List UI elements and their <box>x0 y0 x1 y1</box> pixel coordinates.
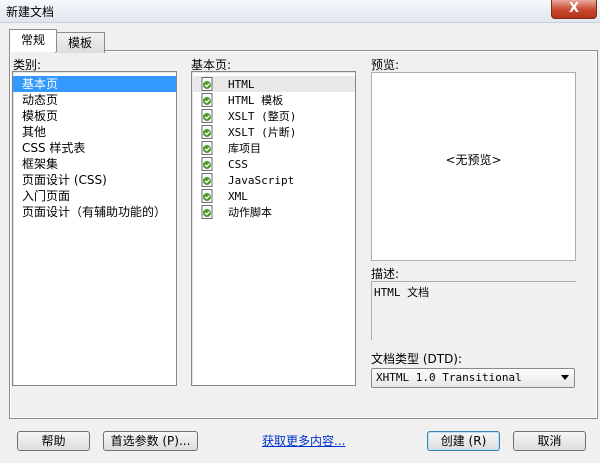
page-item-xml[interactable]: XML <box>192 188 355 204</box>
category-item-page-design-accessible[interactable]: 页面设计（有辅助功能的） <box>13 204 176 220</box>
window-title: 新建文档 <box>6 5 55 19</box>
document-icon <box>201 189 213 203</box>
doctype-label: 文档类型 (DTD): <box>371 352 463 366</box>
document-icon <box>201 109 213 123</box>
page-item-javascript[interactable]: JavaScript <box>192 172 355 188</box>
title-bar <box>0 0 600 23</box>
category-item-css[interactable]: CSS 样式表 <box>13 140 176 156</box>
preview-pane: <无预览> <box>371 72 576 261</box>
category-item-template[interactable]: 模板页 <box>13 108 176 124</box>
page-item-label: XSLT (片断) <box>228 126 297 139</box>
page-item-label: 库项目 <box>228 142 261 155</box>
document-icon <box>201 93 213 107</box>
get-more-content-link[interactable]: 获取更多内容... <box>262 432 345 449</box>
help-button[interactable]: 帮助 <box>17 431 90 451</box>
page-item-css[interactable]: CSS <box>192 156 355 172</box>
document-icon <box>201 173 213 187</box>
page-item-label: XML <box>228 190 248 203</box>
description-box: HTML 文档 <box>371 281 576 340</box>
document-icon <box>201 157 213 171</box>
category-item-starter[interactable]: 入门页面 <box>13 188 176 204</box>
category-list[interactable]: 基本页 动态页 模板页 其他 CSS 样式表 框架集 页面设计 (CSS) 入门… <box>12 71 177 386</box>
preferences-button[interactable]: 首选参数 (P)... <box>103 431 198 451</box>
description-label: 描述: <box>371 267 400 281</box>
chevron-down-icon <box>561 375 569 380</box>
close-icon: X <box>568 1 580 16</box>
close-button[interactable]: X <box>551 0 597 19</box>
page-item-html[interactable]: HTML <box>192 76 355 92</box>
basic-page-list[interactable]: HTML HTML 模板 XSLT (整页) XSLT (片断) 库项目 CSS… <box>191 71 356 386</box>
page-item-html-template[interactable]: HTML 模板 <box>192 92 355 108</box>
cancel-button[interactable]: 取消 <box>513 431 586 451</box>
page-item-label: CSS <box>228 158 248 171</box>
document-icon <box>201 77 213 91</box>
category-item-basic[interactable]: 基本页 <box>13 76 176 92</box>
document-icon <box>201 125 213 139</box>
page-item-xslt-full[interactable]: XSLT (整页) <box>192 108 355 124</box>
page-item-xslt-fragment[interactable]: XSLT (片断) <box>192 124 355 140</box>
page-item-library[interactable]: 库项目 <box>192 140 355 156</box>
category-item-other[interactable]: 其他 <box>13 124 176 140</box>
tab-general[interactable]: 常规 <box>9 29 57 52</box>
category-item-dynamic[interactable]: 动态页 <box>13 92 176 108</box>
description-text: HTML 文档 <box>374 286 430 299</box>
page-item-label: 动作脚本 <box>228 206 272 219</box>
page-item-label: JavaScript <box>228 174 295 187</box>
preview-label: 预览: <box>371 58 400 72</box>
preview-placeholder: <无预览> <box>445 153 502 167</box>
category-item-page-design-css[interactable]: 页面设计 (CSS) <box>13 172 176 188</box>
page-item-label: XSLT (整页) <box>228 110 297 123</box>
doctype-select[interactable]: XHTML 1.0 Transitional <box>371 368 575 388</box>
page-item-label: HTML <box>228 78 255 91</box>
create-button[interactable]: 创建 (R) <box>427 431 500 451</box>
document-icon <box>201 141 213 155</box>
category-item-frameset[interactable]: 框架集 <box>13 156 176 172</box>
tab-templates[interactable]: 模板 <box>55 32 105 53</box>
doctype-value: XHTML 1.0 Transitional <box>376 371 522 384</box>
document-icon <box>201 205 213 219</box>
page-item-actionscript[interactable]: 动作脚本 <box>192 204 355 220</box>
page-item-label: HTML 模板 <box>228 94 284 107</box>
